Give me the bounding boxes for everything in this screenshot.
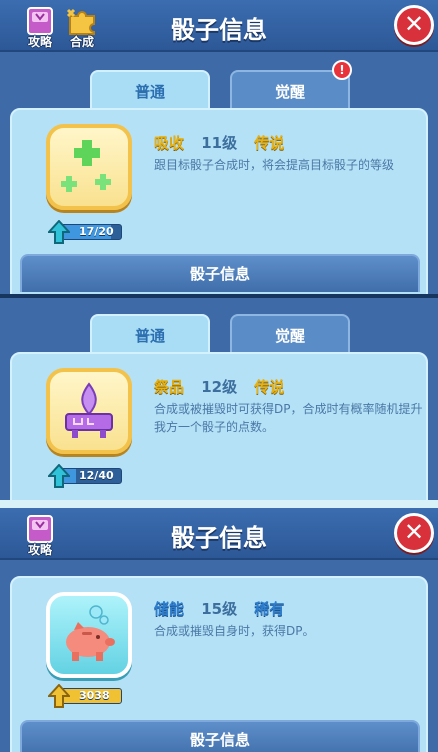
title-bar: 攻略 合成 骰子信息 ✕ xyxy=(0,0,438,52)
dice-description: 合成或摧毁自身时，获得DP。 xyxy=(154,624,315,638)
dice-description: 合成或被摧毁时可获得DP，合成时有概率随机提升我方一个骰子的点数。 xyxy=(154,402,423,434)
dice-info-screen-1: 攻略 合成 骰子信息 ✕ 普通 觉醒 ! 吸收 11级 传说 跟目标骰子合成时，… xyxy=(0,0,438,294)
altar-flame-dice-icon xyxy=(65,382,113,438)
dice-info-panel: 储能 15级 稀有 合成或摧毁自身时，获得DP。 3038 骰子信息 xyxy=(10,576,428,752)
tab-normal[interactable]: 普通 xyxy=(90,70,210,110)
dice-level: 15级 xyxy=(201,600,238,618)
tab-awaken[interactable]: 觉醒 xyxy=(230,314,350,354)
dice-info-panel: 吸收 11级 传说 跟目标骰子合成时，将会提高目标骰子的等级 17/20 骰子信… xyxy=(10,108,428,294)
dice-info-screen-3: 攻略 骰子信息 ✕ 储能 15级 稀有 合成或摧毁自身时，获得DP。 3038 … xyxy=(0,508,438,752)
dice-info-button[interactable]: 骰子信息 xyxy=(20,254,420,292)
close-button[interactable]: ✕ xyxy=(394,513,434,553)
dice-rarity: 稀有 xyxy=(254,600,285,618)
dice-name: 储能 xyxy=(154,600,185,618)
dice-tile xyxy=(46,592,132,678)
dice-count: 3038 xyxy=(79,689,110,702)
dice-count: 12/40 xyxy=(79,469,114,482)
dice-level: 12级 xyxy=(201,378,238,396)
dice-description: 跟目标骰子合成时，将会提高目标骰子的等级 xyxy=(154,158,395,172)
divider xyxy=(0,500,438,508)
tab-normal[interactable]: 普通 xyxy=(90,314,210,354)
dice-tile xyxy=(46,368,132,454)
alert-badge: ! xyxy=(332,60,352,80)
upgrade-arrow-icon xyxy=(48,464,70,488)
close-button[interactable]: ✕ xyxy=(394,5,434,45)
dice-tile xyxy=(46,124,132,210)
dice-name-row: 祭品 12级 传说 xyxy=(154,376,296,397)
piggy-bank-dice-icon xyxy=(66,605,115,661)
page-title: 骰子信息 xyxy=(171,524,267,552)
dice-count: 17/20 xyxy=(79,225,114,238)
dice-name: 祭品 xyxy=(154,378,185,396)
upgrade-arrow-icon xyxy=(48,684,70,708)
dice-info-button[interactable]: 骰子信息 xyxy=(20,720,420,752)
dice-level: 11级 xyxy=(201,134,238,152)
tab-awaken[interactable]: 觉醒 xyxy=(230,70,350,110)
dice-rarity: 传说 xyxy=(254,134,285,152)
dice-name-row: 吸收 11级 传说 xyxy=(154,132,296,153)
dice-info-panel: 祭品 12级 传说 合成或被摧毁时可获得DP，合成时有概率随机提升我方一个骰子的… xyxy=(10,352,428,500)
page-title: 骰子信息 xyxy=(171,16,267,44)
dice-info-screen-2: 普通 觉醒 祭品 12级 传说 合成或被摧毁时可获得DP，合成时有概率随机提升我… xyxy=(0,298,438,500)
upgrade-arrow-icon xyxy=(48,220,70,244)
green-plus-dice-icon xyxy=(61,140,111,192)
dice-name-row: 储能 15级 稀有 xyxy=(154,598,296,619)
title-bar: 攻略 骰子信息 ✕ xyxy=(0,508,438,560)
dice-name: 吸收 xyxy=(154,134,185,152)
dice-rarity: 传说 xyxy=(254,378,285,396)
